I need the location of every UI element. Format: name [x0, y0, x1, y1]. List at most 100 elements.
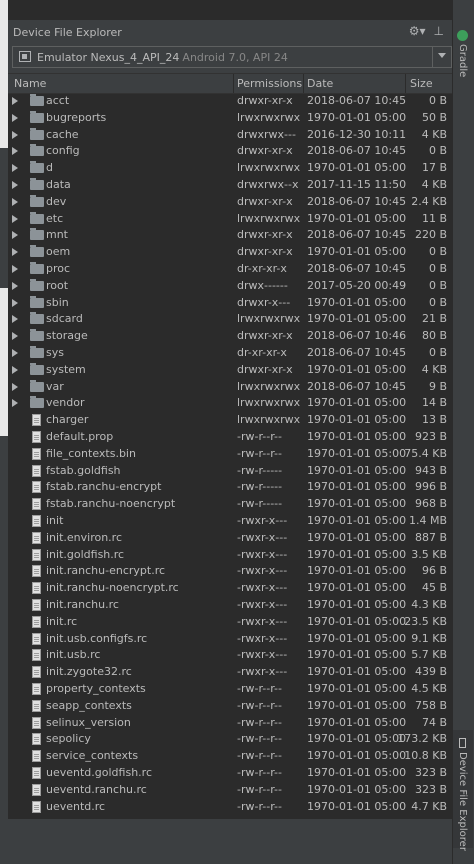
- file-date: 1970-01-01 05:00: [307, 547, 407, 561]
- file-date: 2018-06-07 10:45: [307, 262, 407, 275]
- table-row[interactable]: property_contexts -rw-r--r-- 1970-01-01 05…: [8, 681, 452, 698]
- gradle-tab[interactable]: Gradle: [453, 30, 473, 90]
- minimize-icon[interactable]: ⊥: [434, 24, 444, 38]
- file-permissions: dr-xr-xr-x: [237, 262, 287, 275]
- expand-arrow-icon[interactable]: [12, 231, 18, 240]
- table-row[interactable]: init.usb.rc -rwxr-x--- 1970-01-01 05:00 5.7…: [8, 647, 452, 664]
- file-size: 0 B: [428, 295, 447, 309]
- expand-arrow-icon[interactable]: [12, 164, 18, 173]
- file-permissions: drwxrwx--x: [237, 178, 299, 191]
- table-row[interactable]: selinux_version -rw-r--r-- 1970-01-01 05:0…: [8, 715, 452, 732]
- expand-arrow-icon[interactable]: [12, 97, 18, 105]
- table-row[interactable]: ueventd.goldfish.rc -rw-r--r-- 1970-01-01 …: [8, 765, 452, 782]
- device-selector[interactable]: Emulator Nexus_4_API_24 Android 7.0, API …: [12, 46, 452, 68]
- file-name: proc: [46, 262, 71, 275]
- table-row[interactable]: init.ranchu.rc -rwxr-x--- 1970-01-01 05:00…: [8, 597, 452, 614]
- table-row[interactable]: init.zygote32.rc -rwxr-x--- 1970-01-01 05:…: [8, 664, 452, 681]
- table-row[interactable]: cache drwxrwx--- 2016-12-30 10:11 4 KB: [8, 127, 452, 144]
- table-row[interactable]: acct drwxr-xr-x 2018-06-07 10:45 0 B: [8, 93, 452, 110]
- table-row[interactable]: proc dr-xr-xr-x 2018-06-07 10:45 0 B: [8, 261, 452, 278]
- table-row[interactable]: sepolicy -rw-r--r-- 1970-01-01 05:00 173.2 …: [8, 731, 452, 748]
- table-row[interactable]: file_contexts.bin -rw-r--r-- 1970-01-01 05…: [8, 446, 452, 463]
- table-row[interactable]: init.ranchu-noencrypt.rc -rwxr-x--- 1970-0…: [8, 580, 452, 597]
- table-row[interactable]: sdcard lrwxrwxrwx 1970-01-01 05:00 21 B: [8, 311, 452, 328]
- expand-arrow-icon[interactable]: [12, 298, 18, 307]
- table-row[interactable]: oem drwxr-xr-x 1970-01-01 05:00 0 B: [8, 244, 452, 261]
- table-row[interactable]: root drwx------ 2017-05-20 00:49 0 B: [8, 278, 452, 295]
- file-name: init.usb.rc: [46, 648, 101, 662]
- file-permissions: -rwxr-x---: [237, 514, 288, 527]
- table-row[interactable]: sys dr-xr-xr-x 2018-06-07 10:45 0 B: [8, 345, 452, 362]
- file-size: 0 B: [428, 94, 447, 107]
- file-size: 943 B: [414, 463, 447, 477]
- expand-arrow-icon[interactable]: [12, 382, 18, 391]
- expand-arrow-icon[interactable]: [12, 130, 18, 139]
- table-row[interactable]: fstab.ranchu-encrypt -rw-r----- 1970-01-01…: [8, 479, 452, 496]
- expand-arrow-icon[interactable]: [12, 399, 18, 408]
- column-header-size[interactable]: Size: [410, 77, 433, 90]
- table-row[interactable]: init.goldfish.rc -rwxr-x--- 1970-01-01 05:…: [8, 547, 452, 564]
- file-date: 2018-06-07 10:45: [307, 194, 407, 208]
- column-header-date[interactable]: Date: [307, 77, 333, 90]
- table-row[interactable]: system drwxr-xr-x 1970-01-01 05:00 4 KB: [8, 362, 452, 379]
- table-row[interactable]: init.rc -rwxr-x--- 1970-01-01 05:00 23.5 KB: [8, 614, 452, 631]
- column-separator: [405, 74, 406, 93]
- table-row[interactable]: d lrwxrwxrwx 1970-01-01 05:00 17 B: [8, 160, 452, 177]
- expand-arrow-icon[interactable]: [12, 265, 18, 273]
- table-row[interactable]: bugreports lrwxrwxrwx 1970-01-01 05:00 50 B: [8, 110, 452, 127]
- expand-arrow-icon[interactable]: [12, 197, 18, 206]
- file-date: 1970-01-01 05:00: [307, 396, 407, 410]
- column-header-permissions[interactable]: Permissions: [237, 77, 302, 90]
- table-row[interactable]: ueventd.rc -rw-r--r-- 1970-01-01 05:00 4.7 …: [8, 799, 452, 816]
- table-row[interactable]: sbin drwxr-x--- 1970-01-01 05:00 0 B: [8, 295, 452, 312]
- file-date: 2017-11-15 11:50: [307, 178, 407, 191]
- expand-arrow-icon[interactable]: [12, 315, 18, 324]
- expand-arrow-icon[interactable]: [12, 281, 18, 290]
- table-row[interactable]: mnt drwxr-xr-x 2018-06-07 10:45 220 B: [8, 227, 452, 244]
- table-row[interactable]: default.prop -rw-r--r-- 1970-01-01 05:00 92…: [8, 429, 452, 446]
- file-size: 80 B: [421, 329, 447, 343]
- table-row[interactable]: seapp_contexts -rw-r--r-- 1970-01-01 05:00…: [8, 698, 452, 715]
- table-row[interactable]: ueventd.ranchu.rc -rw-r--r-- 1970-01-01 05…: [8, 782, 452, 799]
- table-row[interactable]: fstab.goldfish -rw-r----- 1970-01-01 05:00…: [8, 463, 452, 480]
- table-row[interactable]: vendor lrwxrwxrwx 1970-01-01 05:00 14 B: [8, 395, 452, 412]
- table-row[interactable]: fstab.ranchu-noencrypt -rw-r----- 1970-01-…: [8, 496, 452, 513]
- file-permissions: -rw-r--r--: [237, 766, 282, 779]
- table-row[interactable]: charger lrwxrwxrwx 1970-01-01 05:00 13 B: [8, 412, 452, 429]
- table-row[interactable]: storage drwxr-xr-x 2018-06-07 10:46 80 B: [8, 328, 452, 345]
- expand-arrow-icon[interactable]: [12, 181, 18, 189]
- column-header-name[interactable]: Name: [14, 77, 46, 90]
- expand-arrow-icon[interactable]: [12, 365, 18, 374]
- file-size: 1.4 MB: [408, 514, 447, 527]
- expand-arrow-icon[interactable]: [12, 147, 18, 156]
- file-permissions: -rwxr-x---: [237, 581, 288, 595]
- expand-arrow-icon[interactable]: [12, 349, 18, 357]
- table-row[interactable]: init.environ.rc -rwxr-x--- 1970-01-01 05:0…: [8, 530, 452, 547]
- gear-icon[interactable]: ⚙▾: [409, 24, 426, 38]
- file-date: 1970-01-01 05:00: [307, 530, 407, 544]
- file-name: init.zygote32.rc: [46, 665, 132, 679]
- table-row[interactable]: init.ranchu-encrypt.rc -rwxr-x--- 1970-01-…: [8, 563, 452, 580]
- file-permissions: drwxr-xr-x: [237, 329, 293, 343]
- gradle-icon: [457, 30, 468, 41]
- table-row[interactable]: var lrwxrwxrwx 2018-06-07 10:45 9 B: [8, 379, 452, 396]
- table-row[interactable]: etc lrwxrwxrwx 1970-01-01 05:00 11 B: [8, 211, 452, 228]
- table-row[interactable]: data drwxrwx--x 2017-11-15 11:50 4 KB: [8, 177, 452, 194]
- file-permissions: lrwxrwxrwx: [237, 312, 301, 326]
- file-size: 11 B: [421, 211, 447, 225]
- file-permissions: drwxrwx---: [237, 127, 296, 141]
- table-row[interactable]: config drwxr-xr-x 2018-06-07 10:45 0 B: [8, 143, 452, 160]
- expand-arrow-icon[interactable]: [12, 248, 18, 257]
- table-row[interactable]: init.usb.configfs.rc -rwxr-x--- 1970-01-01…: [8, 631, 452, 648]
- table-row[interactable]: dev drwxr-xr-x 2018-06-07 10:45 2.4 KB: [8, 194, 452, 211]
- expand-arrow-icon[interactable]: [12, 214, 18, 223]
- folder-icon: [30, 211, 44, 224]
- table-row[interactable]: init -rwxr-x--- 1970-01-01 05:00 1.4 MB: [8, 513, 452, 530]
- expand-arrow-icon[interactable]: [12, 332, 18, 341]
- expand-arrow-icon[interactable]: [12, 113, 18, 122]
- chevron-down-icon[interactable]: [438, 53, 446, 58]
- file-name: init.usb.configfs.rc: [46, 631, 148, 645]
- file-icon: [32, 481, 41, 494]
- device-file-explorer-tab[interactable]: Device File Explorer: [453, 730, 473, 851]
- table-row[interactable]: service_contexts -rw-r--r-- 1970-01-01 05:…: [8, 748, 452, 765]
